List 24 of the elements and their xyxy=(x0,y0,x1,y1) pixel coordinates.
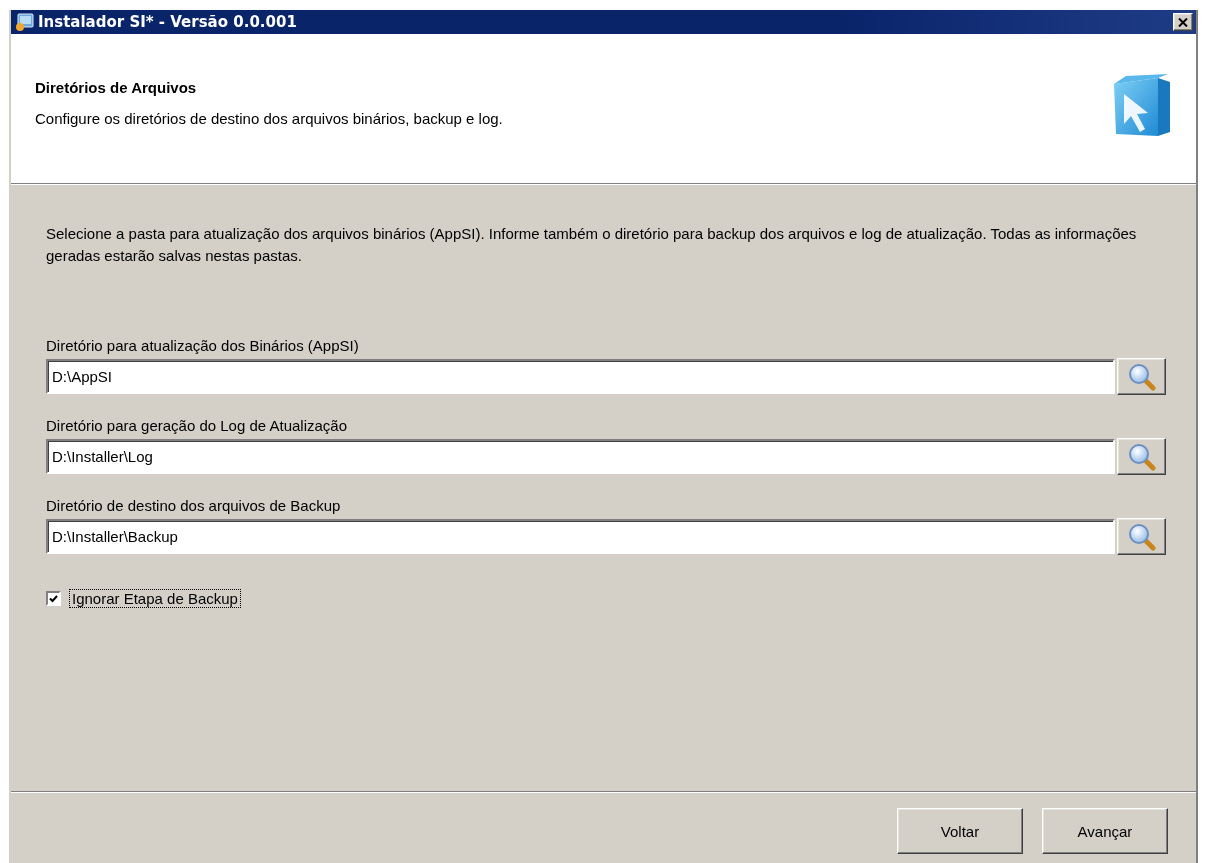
field-label: Diretório para atualização dos Binários (AppSI) xyxy=(46,337,360,354)
browse-button[interactable] xyxy=(1117,438,1166,475)
checkbox[interactable] xyxy=(46,591,61,606)
close-button[interactable] xyxy=(1173,13,1193,31)
browse-button[interactable] xyxy=(1117,518,1166,555)
check-icon xyxy=(49,594,58,603)
search-icon xyxy=(1127,522,1156,551)
nav-button[interactable]: Avançar xyxy=(1042,808,1168,854)
page-subtitle: Configure os diretórios de destino dos arquivos binários, backup e log. xyxy=(35,110,504,127)
page-title: Diretórios de Arquivos xyxy=(35,79,198,96)
search-icon xyxy=(1127,362,1156,391)
path-field[interactable]: D:\Installer\Backup xyxy=(46,519,1115,554)
path-field[interactable]: D:\Installer\Log xyxy=(46,439,1115,474)
nav-button[interactable]: Voltar xyxy=(897,808,1023,854)
search-icon xyxy=(1127,442,1156,471)
window-title: Instalador SI* - Versão 0.0.001 xyxy=(38,13,298,31)
close-icon xyxy=(1178,17,1188,27)
checkbox-label[interactable]: Ignorar Etapa de Backup xyxy=(69,589,241,608)
path-field[interactable]: D:\AppSI xyxy=(46,359,1115,394)
field-label: Diretório de destino dos arquivos de Backup xyxy=(46,497,342,514)
instructions-text: Selecione a pasta para atualização dos arquivos binários (AppSI). Informe também o diretório para backup dos arquivos e log de atualização. Todas as informações geradas estarão salvas nestas pastas. xyxy=(46,224,1138,266)
field-label: Diretório para geração do Log de Atualização xyxy=(46,417,349,434)
browse-button[interactable] xyxy=(1117,358,1166,395)
installer-icon xyxy=(14,12,34,32)
